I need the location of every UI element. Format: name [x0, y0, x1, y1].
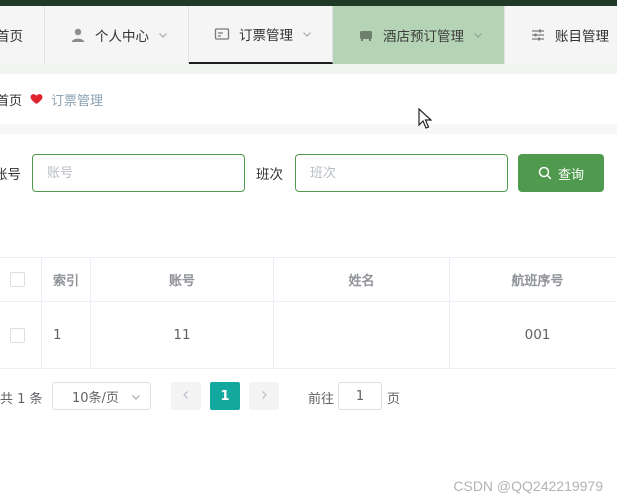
account-search-input[interactable] [32, 154, 245, 192]
nav-item-accounts-management[interactable]: 账目管理 [505, 6, 617, 64]
table-row[interactable]: 1 11 001 [0, 302, 617, 369]
header-index: 索引 [42, 258, 91, 301]
breadcrumb: 首页 订票管理 [0, 88, 103, 110]
select-all-cell [0, 258, 42, 301]
cell-index: 1 [42, 302, 91, 368]
content-divider [0, 124, 617, 134]
hotel-icon [357, 26, 375, 44]
goto-prefix: 前往 [308, 392, 335, 407]
nav-item-label: 账目管理 [555, 29, 609, 45]
ticket-icon [213, 25, 231, 43]
nav-item-label: 首页 [0, 29, 23, 45]
row-checkbox[interactable] [10, 327, 25, 343]
page-size-value: 10条/页 [72, 390, 119, 406]
goto-page-input[interactable] [338, 382, 382, 410]
nav-item-home[interactable]: 首页 [0, 6, 45, 64]
shift-search-input[interactable] [295, 154, 508, 192]
sliders-icon [529, 26, 547, 44]
search-icon [538, 166, 552, 180]
pagination: 共 1 条 10条/页 1 前往 页 [0, 382, 617, 410]
mouse-cursor-icon [418, 107, 433, 134]
nav-item-label: 个人中心 [95, 29, 149, 45]
breadcrumb-current: 订票管理 [51, 93, 104, 109]
top-navbar: 首页 个人中心 订票管理 酒店预订管理 账目管理 [0, 6, 617, 64]
nav-item-personal-center[interactable]: 个人中心 [45, 6, 189, 64]
account-label: 账号 [0, 167, 21, 183]
data-table: 索引 账号 姓名 航班序号 1 11 001 [0, 257, 617, 369]
nav-item-hotel-booking-management[interactable]: 酒店预订管理 [333, 6, 505, 64]
prev-page-button[interactable] [171, 382, 201, 410]
chevron-left-icon [181, 389, 191, 404]
next-page-button[interactable] [249, 382, 279, 410]
table-header-row: 索引 账号 姓名 航班序号 [0, 257, 617, 302]
nav-item-ticket-management[interactable]: 订票管理 [189, 6, 333, 64]
goto-suffix: 页 [387, 392, 401, 407]
chevron-down-icon [130, 391, 142, 403]
chevron-down-icon [301, 28, 313, 40]
breadcrumb-home-link[interactable]: 首页 [0, 90, 22, 109]
nav-item-label: 酒店预订管理 [383, 29, 464, 45]
heart-icon [30, 93, 43, 105]
select-all-checkbox[interactable] [10, 272, 25, 287]
query-button-label: 查询 [557, 167, 584, 183]
page-size-select[interactable]: 10条/页 [52, 382, 151, 410]
user-icon [69, 26, 87, 44]
chevron-right-icon [259, 389, 269, 404]
shift-label: 班次 [256, 167, 283, 183]
nav-item-label: 订票管理 [239, 28, 293, 44]
pagination-total: 共 1 条 [0, 392, 43, 407]
page-number-current[interactable]: 1 [210, 382, 240, 410]
header-flight-no: 航班序号 [511, 274, 564, 289]
chevron-down-icon [157, 29, 169, 41]
header-name: 姓名 [274, 258, 450, 301]
cell-flight-no: 001 [524, 327, 551, 343]
header-account: 账号 [91, 258, 274, 301]
cell-name [274, 302, 450, 368]
cell-account: 11 [91, 302, 274, 368]
row-select-cell [0, 302, 42, 368]
watermark-text: CSDN @QQ242219979 [453, 478, 603, 494]
chevron-down-icon [472, 29, 484, 41]
nav-subbar [0, 64, 617, 74]
query-button[interactable]: 查询 [518, 154, 604, 192]
